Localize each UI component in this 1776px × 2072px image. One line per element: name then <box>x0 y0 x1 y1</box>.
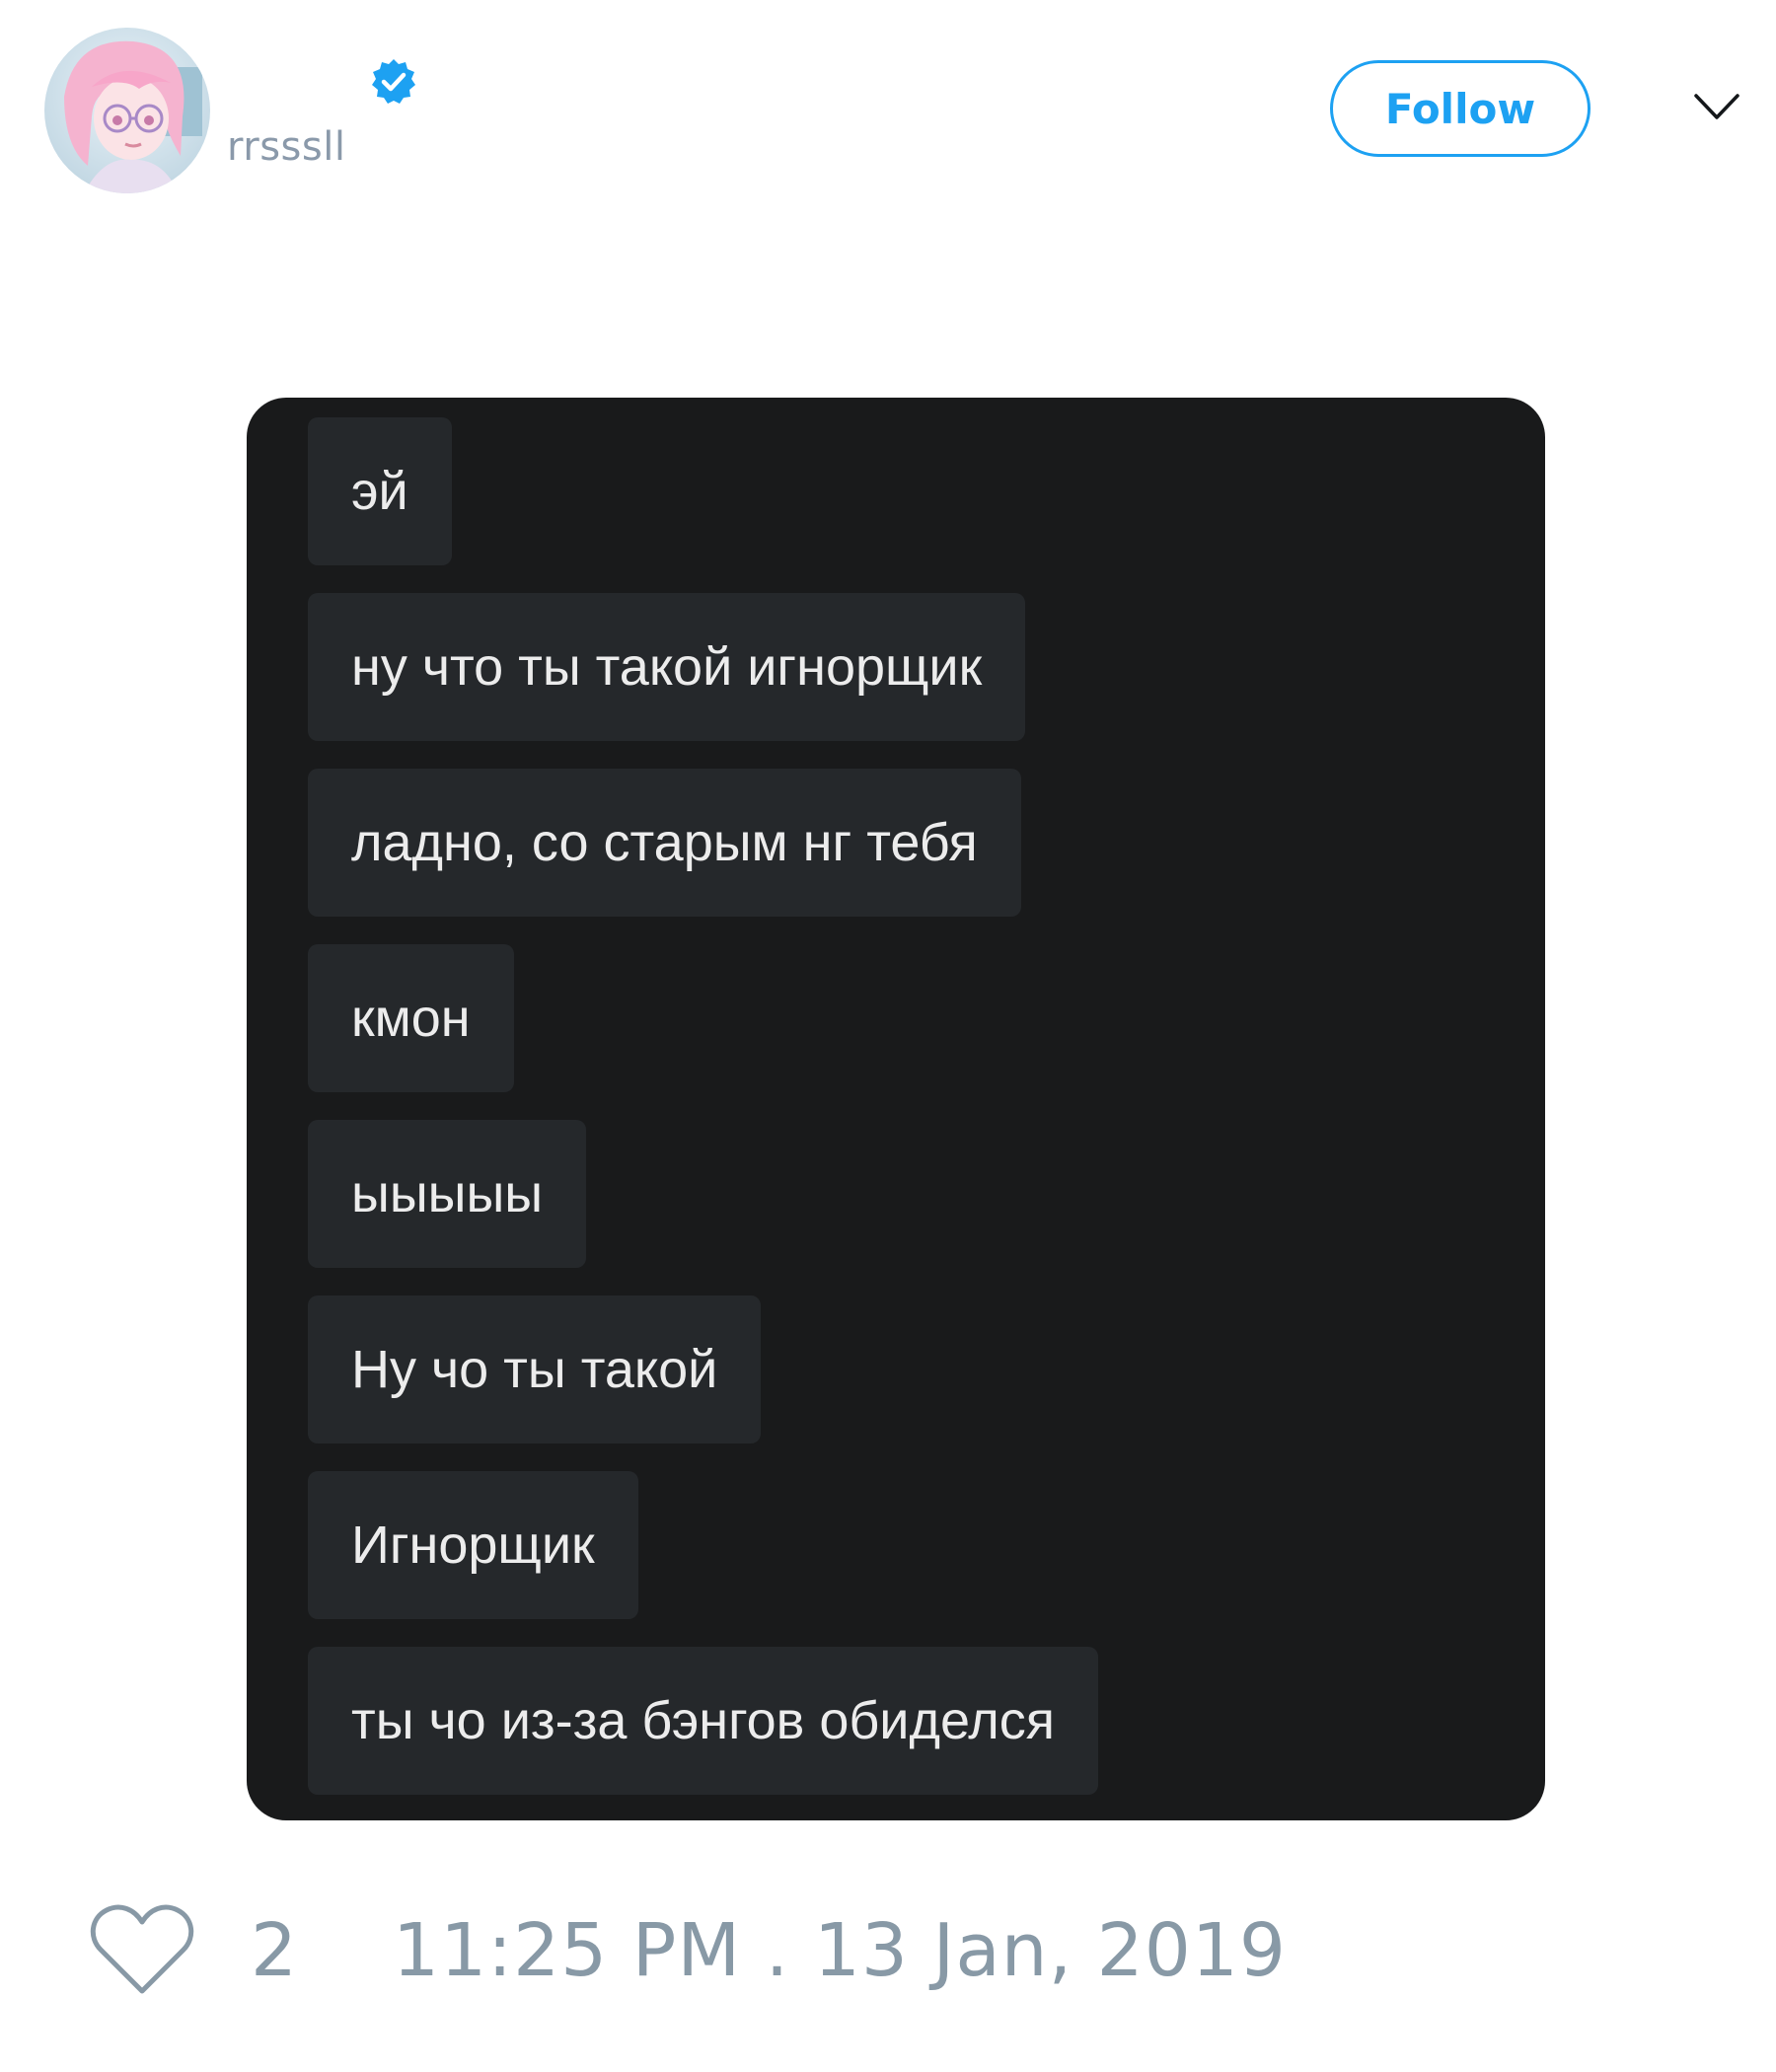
message-bubble: ыыыыы <box>308 1120 587 1268</box>
follow-button[interactable]: Follow <box>1330 60 1591 157</box>
heart-icon[interactable] <box>89 1902 195 1997</box>
message-bubble: Игнорщик <box>308 1471 638 1619</box>
message-bubble: ты чо из-за бэнгов обиделся <box>308 1647 1098 1795</box>
message-bubble: эй <box>308 417 452 565</box>
verified-badge-icon <box>372 59 415 104</box>
chat-screenshot-image[interactable]: эй ну что ты такой игнорщик ладно, со ст… <box>247 398 1545 1820</box>
author-handle[interactable]: rrsssll <box>227 124 345 170</box>
message-bubble: Ну чо ты такой <box>308 1295 762 1443</box>
tweet-header: rrsssll Follow <box>0 0 1776 197</box>
message-bubble: кмон <box>308 944 514 1092</box>
avatar[interactable] <box>44 28 210 193</box>
message-bubble: ладно, со старым нг тебя <box>308 769 1021 917</box>
message-bubble: ну что ты такой игнорщик <box>308 593 1026 741</box>
like-count: 2 <box>251 1908 298 1993</box>
tweet-timestamp[interactable]: 11:25 PM . 13 Jan, 2019 <box>393 1908 1287 1993</box>
anime-avatar-icon <box>44 28 210 193</box>
chevron-down-icon[interactable] <box>1693 91 1740 122</box>
